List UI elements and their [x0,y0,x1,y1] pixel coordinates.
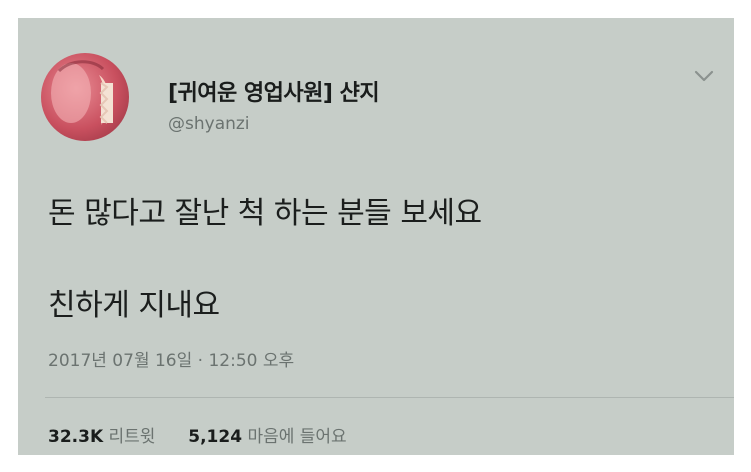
tweet-timestamp[interactable]: 2017년 07월 16일 · 12:50 오후 [48,346,294,371]
tweet-text-line-2: 친하게 지내요 [48,288,220,323]
tweet-stats: 32.3K 리트윗 5,124 마음에 들어요 [48,422,347,447]
user-handle[interactable]: @shyanzi [168,114,250,134]
retweet-count[interactable]: 32.3K [48,427,103,447]
tweet-text-line-1: 돈 많다고 잘난 척 하는 분들 보세요 [48,196,482,231]
like-label[interactable]: 마음에 들어요 [247,427,346,447]
tweet-card: [귀여운 영업사원] 샨지 @shyanzi 돈 많다고 잘난 척 하는 분들 … [18,18,734,455]
like-count[interactable]: 5,124 [188,427,242,447]
peach-avatar-icon [51,60,113,125]
retweet-label[interactable]: 리트윗 [109,427,156,447]
divider [45,397,734,398]
chevron-down-icon[interactable] [693,68,715,84]
display-name[interactable]: [귀여운 영업사원] 샨지 [168,75,380,107]
avatar[interactable] [41,53,129,141]
